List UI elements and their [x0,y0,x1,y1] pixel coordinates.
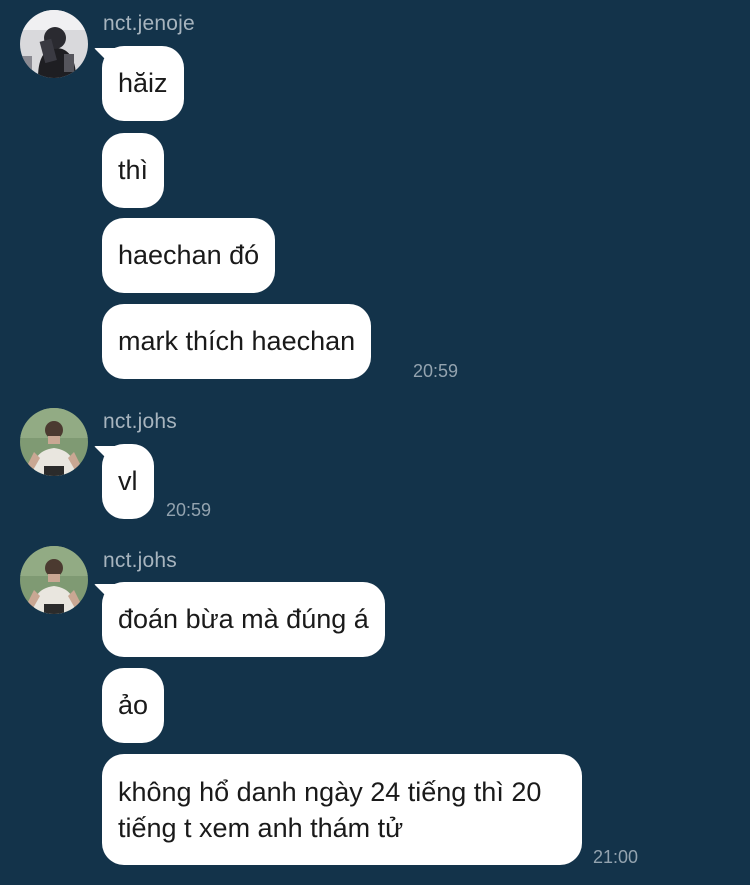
message-timestamp: 20:59 [413,361,459,381]
sender-name[interactable]: nct.johs [103,410,177,434]
message-text: đoán bừa mà đúng á [118,604,369,634]
message-bubble[interactable]: haechan đó [102,218,276,293]
message-text: vl [118,466,138,496]
message-text: mark thích haechan [118,326,356,356]
message-bubble[interactable]: mark thích haechan [102,304,372,379]
sender-name[interactable]: nct.jenoje [103,12,195,36]
message-text: ảo [118,690,149,720]
message-text: haechan đó [118,240,260,270]
message-bubble[interactable]: đoán bừa mà đúng á [102,582,385,657]
chat-thread: nct.jenoje hăiz thì haechan đó mark thíc… [0,0,750,885]
message-bubble[interactable]: hăiz [102,46,184,121]
user-avatar-green-photo-icon [20,546,88,614]
message-text: thì [118,155,149,185]
message-bubble[interactable]: thì [102,133,165,208]
message-timestamp: 20:59 [166,500,212,520]
avatar[interactable] [20,10,88,78]
message-bubble[interactable]: vl [102,444,154,519]
user-avatar-green-photo-icon [20,408,88,476]
message-bubble[interactable]: ảo [102,668,165,743]
message-bubble[interactable]: không hổ danh ngày 24 tiếng thì 20 tiếng… [102,754,582,865]
avatar[interactable] [20,546,88,614]
message-text: hăiz [118,68,168,98]
message-timestamp: 21:00 [593,847,639,867]
user-avatar-dark-photo-icon [20,10,88,78]
message-text: không hổ danh ngày 24 tiếng thì 20 tiếng… [118,777,542,843]
avatar[interactable] [20,408,88,476]
sender-name[interactable]: nct.johs [103,549,177,573]
